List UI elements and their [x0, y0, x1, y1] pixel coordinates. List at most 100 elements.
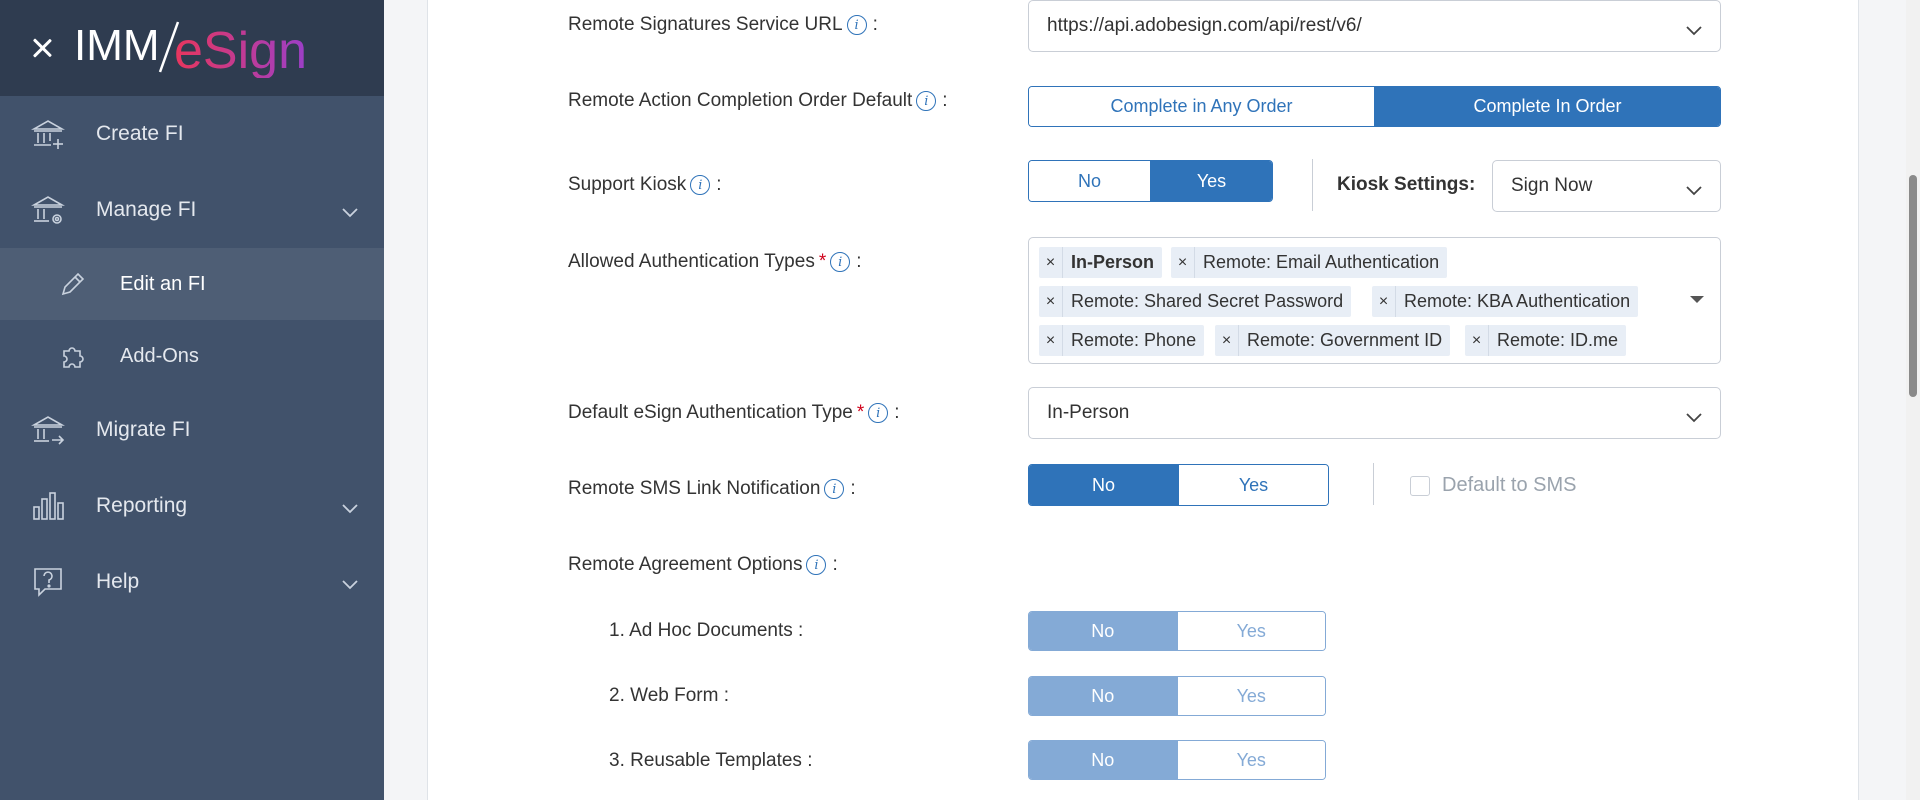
auth-tag-label: Remote: KBA Authentication	[1404, 291, 1631, 311]
sms-notification-label: Remote SMS Link Notification i:	[568, 478, 856, 499]
close-icon[interactable]	[28, 34, 56, 62]
service-url-label: Remote Signatures Service URL i:	[568, 14, 878, 35]
checkbox-box[interactable]	[1410, 475, 1430, 496]
auth-types-label: Allowed Authentication Types * i:	[568, 251, 862, 272]
auth-types-label-text: Allowed Authentication Types	[568, 251, 815, 272]
support-kiosk-toggle: No Yes	[1028, 160, 1273, 202]
divider	[1312, 159, 1313, 211]
sidebar-item-label: Manage FI	[96, 198, 197, 221]
support-kiosk-label-text: Support Kiosk	[568, 174, 687, 195]
auth-tag-label: Remote: Shared Secret Password	[1071, 291, 1344, 311]
sidebar-header: IMM eSign	[0, 0, 384, 96]
auth-tag-label: In-Person	[1071, 252, 1155, 272]
default-auth-select[interactable]: In-Person	[1028, 387, 1721, 439]
support-kiosk-yes-button[interactable]: Yes	[1150, 161, 1272, 201]
ad-hoc-documents-label: 1. Ad Hoc Documents :	[609, 620, 804, 641]
ad-hoc-yes-button[interactable]: Yes	[1176, 612, 1325, 650]
kiosk-settings-label: Kiosk Settings:	[1337, 174, 1476, 195]
completion-order-label-text: Remote Action Completion Order Default	[568, 90, 913, 111]
chevron-down-icon	[1686, 407, 1702, 429]
reusable-templates-label: 3. Reusable Templates :	[609, 750, 813, 771]
bar-chart-icon	[30, 488, 66, 524]
info-icon[interactable]: i	[830, 252, 851, 272]
remove-tag-icon[interactable]: ×	[1171, 247, 1195, 278]
auth-tag: × Remote: ID.me	[1465, 325, 1627, 356]
default-auth-label: Default eSign Authentication Type * i:	[568, 402, 900, 423]
puzzle-icon	[58, 341, 88, 371]
auth-tag: × Remote: Email Authentication	[1171, 247, 1448, 278]
agreement-options-label: Remote Agreement Options i:	[568, 554, 838, 575]
chevron-down-icon	[342, 200, 358, 224]
required-marker: *	[856, 402, 865, 423]
default-auth-label-text: Default eSign Authentication Type	[568, 402, 853, 423]
auth-types-multiselect[interactable]: × In-Person × Remote: Email Authenticati…	[1028, 237, 1721, 364]
info-icon[interactable]: i	[824, 479, 845, 499]
web-form-toggle: No Yes	[1028, 676, 1326, 716]
complete-in-order-button[interactable]: Complete In Order	[1374, 87, 1720, 126]
completion-order-toggle: Complete in Any Order Complete In Order	[1028, 86, 1721, 127]
sidebar-item-label: Add-Ons	[120, 344, 199, 367]
sidebar-item-label: Edit an FI	[120, 272, 206, 295]
bank-settings-icon	[30, 192, 66, 228]
support-kiosk-no-button[interactable]: No	[1029, 161, 1150, 201]
reusable-templates-no-button[interactable]: No	[1029, 741, 1177, 779]
pencil-icon	[58, 269, 88, 299]
remove-tag-icon[interactable]: ×	[1465, 325, 1489, 356]
web-form-label: 2. Web Form :	[609, 685, 730, 706]
chevron-down-icon	[1686, 180, 1702, 202]
remove-tag-icon[interactable]: ×	[1039, 286, 1063, 317]
remove-tag-icon[interactable]: ×	[1039, 247, 1063, 278]
sidebar-item-reporting[interactable]: Reporting	[0, 468, 384, 544]
sidebar-item-migrate-fi[interactable]: Migrate FI	[0, 392, 384, 468]
agreement-options-label-text: Remote Agreement Options	[568, 554, 803, 575]
remove-tag-icon[interactable]: ×	[1215, 325, 1239, 356]
sidebar-item-label: Migrate FI	[96, 418, 191, 441]
sms-notification-no-button[interactable]: No	[1029, 465, 1178, 505]
default-to-sms-checkbox[interactable]: Default to SMS	[1410, 474, 1577, 497]
auth-tag: × Remote: Government ID	[1215, 325, 1451, 356]
sidebar-item-manage-fi[interactable]: Manage FI	[0, 172, 384, 248]
sidebar-item-edit-fi[interactable]: Edit an FI	[0, 248, 384, 320]
default-auth-value: In-Person	[1047, 402, 1130, 423]
sidebar-item-label: Create FI	[96, 122, 184, 145]
auth-tag-label: Remote: Email Authentication	[1203, 252, 1440, 272]
remove-tag-icon[interactable]: ×	[1372, 286, 1396, 317]
chevron-down-icon	[1686, 20, 1702, 42]
sidebar-item-label: Reporting	[96, 494, 188, 517]
sidebar-item-help[interactable]: Help	[0, 544, 384, 620]
info-icon[interactable]: i	[846, 15, 867, 35]
ad-hoc-no-button[interactable]: No	[1029, 612, 1177, 650]
sms-notification-yes-button[interactable]: Yes	[1178, 465, 1328, 505]
auth-tag-label: Remote: Phone	[1071, 330, 1197, 350]
web-form-no-button[interactable]: No	[1029, 677, 1177, 715]
completion-order-label: Remote Action Completion Order Default i…	[568, 90, 948, 111]
logo-text-imm: IMM	[74, 21, 160, 70]
auth-tag-label: Remote: ID.me	[1497, 330, 1619, 350]
bank-migrate-icon	[30, 412, 66, 448]
kiosk-settings-select[interactable]: Sign Now	[1492, 160, 1721, 212]
info-icon[interactable]: i	[916, 91, 937, 111]
sms-notification-label-text: Remote SMS Link Notification	[568, 478, 821, 499]
chevron-down-icon	[342, 496, 358, 520]
info-icon[interactable]: i	[868, 403, 889, 423]
sidebar-item-add-ons[interactable]: Add-Ons	[0, 320, 384, 392]
sms-notification-toggle: No Yes	[1028, 464, 1329, 506]
reusable-templates-yes-button[interactable]: Yes	[1176, 741, 1325, 779]
ad-hoc-documents-toggle: No Yes	[1028, 611, 1326, 651]
web-form-yes-button[interactable]: Yes	[1176, 677, 1325, 715]
required-marker: *	[818, 251, 827, 272]
default-to-sms-label: Default to SMS	[1442, 474, 1577, 496]
info-icon[interactable]: i	[690, 175, 711, 195]
page-scrollbar[interactable]	[1906, 0, 1920, 800]
remove-tag-icon[interactable]: ×	[1039, 325, 1063, 356]
reusable-templates-toggle: No Yes	[1028, 740, 1326, 780]
scrollbar-thumb[interactable]	[1909, 175, 1917, 397]
service-url-select[interactable]: https://api.adobesign.com/api/rest/v6/	[1028, 0, 1721, 52]
caret-down-icon[interactable]	[1690, 296, 1704, 303]
auth-tag: × Remote: Phone	[1039, 325, 1205, 356]
help-icon	[30, 564, 66, 600]
info-icon[interactable]: i	[806, 555, 827, 575]
sidebar-item-create-fi[interactable]: Create FI	[0, 96, 384, 172]
auth-tag: × Remote: KBA Authentication	[1372, 286, 1639, 317]
complete-any-order-button[interactable]: Complete in Any Order	[1029, 87, 1374, 126]
